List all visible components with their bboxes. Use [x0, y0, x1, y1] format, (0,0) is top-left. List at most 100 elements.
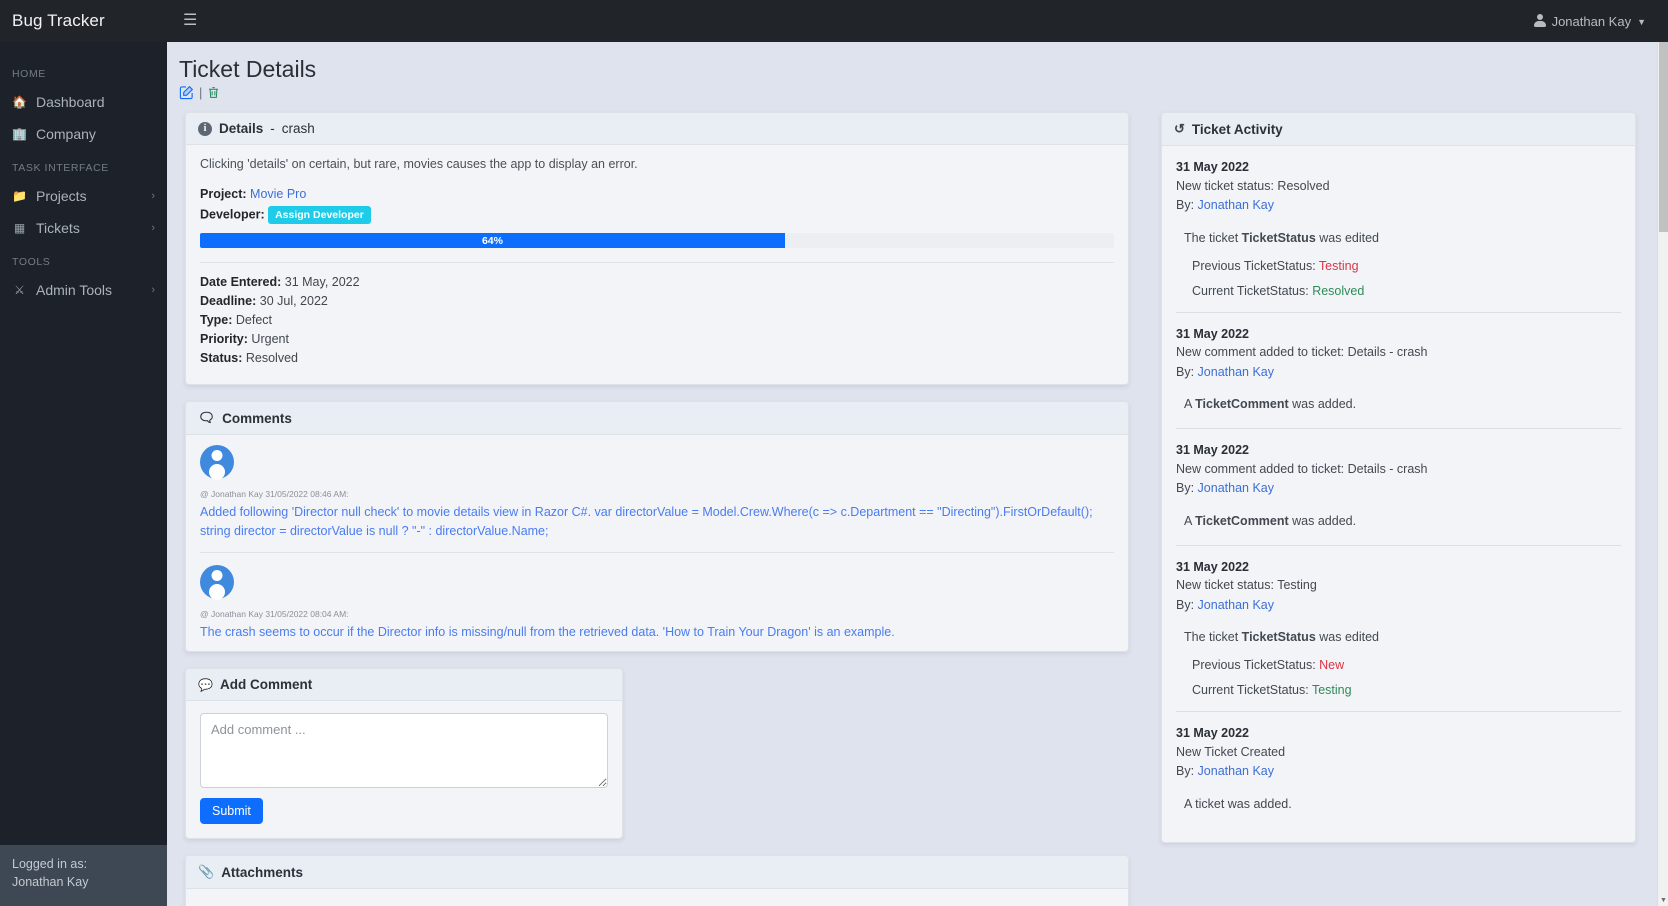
- activity-item: 31 May 2022 New comment added to ticket:…: [1176, 313, 1621, 429]
- chat-bubble-icon: 💬: [198, 677, 213, 692]
- priority-row: Priority: Urgent: [200, 332, 1114, 346]
- comment-text: The crash seems to occur if the Director…: [200, 624, 895, 639]
- activity-by: By: Jonathan Kay: [1176, 196, 1621, 215]
- activity-prev-value: Testing: [1318, 258, 1359, 273]
- developer-row: Developer: Assign Developer: [200, 206, 1114, 224]
- comments-scroll-area[interactable]: @ Jonathan Kay 31/05/2022 08:46 AM: Adde…: [186, 435, 1128, 651]
- activity-date: 31 May 2022: [1176, 326, 1249, 341]
- trash-icon[interactable]: [207, 85, 220, 100]
- add-comment-card: 💬 Add Comment Submit: [185, 668, 623, 839]
- activity-detail-prefix: A: [1184, 513, 1196, 528]
- activity-detail-bold: TicketComment: [1195, 397, 1289, 411]
- activity-by-link[interactable]: Jonathan Kay: [1198, 198, 1274, 212]
- activity-item: 31 May 2022 New Ticket Created By: Jonat…: [1176, 712, 1621, 828]
- type-row: Type: Defect: [200, 313, 1114, 327]
- activity-detail-suffix: was added.: [1288, 513, 1357, 528]
- activity-action: New ticket status: Testing: [1176, 578, 1317, 593]
- sidebar-item-company[interactable]: 🏢 Company: [0, 118, 167, 150]
- scrollbar-thumb[interactable]: [1659, 42, 1668, 232]
- assign-developer-button[interactable]: Assign Developer: [268, 206, 371, 224]
- activity-detail-prefix: The ticket: [1184, 630, 1242, 644]
- activity-detail-prefix: A: [1184, 397, 1196, 411]
- sidebar-item-dashboard[interactable]: 🏠 Dashboard: [0, 86, 167, 118]
- priority-value: Urgent: [251, 332, 289, 346]
- add-comment-title: Add Comment: [219, 677, 313, 692]
- activity-previous-status: Previous TicketStatus: Testing: [1176, 259, 1621, 273]
- activity-action: New comment added to ticket: Details - c…: [1176, 461, 1428, 476]
- main-inner: Ticket Details | i Details - crash Click…: [167, 42, 1668, 906]
- developer-label: Developer:: [200, 207, 265, 222]
- activity-detail: The ticket TicketStatus was edited: [1176, 627, 1621, 647]
- history-clock-icon: ↺: [1174, 121, 1185, 136]
- paperclip-icon: 📎: [198, 864, 215, 879]
- activity-by-link[interactable]: Jonathan Kay: [1198, 764, 1274, 778]
- activity-curr-label: Current TicketStatus:: [1192, 683, 1309, 697]
- activity-detail-prefix: The ticket: [1184, 230, 1242, 245]
- comments-title: Comments: [222, 410, 292, 426]
- activity-detail: The ticket TicketStatus was edited: [1176, 228, 1621, 248]
- comments-card-body: @ Jonathan Kay 31/05/2022 08:46 AM: Adde…: [186, 435, 1128, 651]
- details-card-header: i Details - crash: [186, 113, 1128, 145]
- sidebar-item-label: Projects: [36, 188, 87, 204]
- window-scrollbar[interactable]: ▲ ▼: [1657, 42, 1668, 906]
- priority-label: Priority:: [200, 332, 248, 346]
- activity-by-link[interactable]: Jonathan Kay: [1198, 598, 1274, 612]
- chevron-right-icon: ›: [151, 190, 155, 202]
- comments-card-header: 🗨 Comments: [186, 402, 1128, 435]
- activity-item: 31 May 2022 New ticket status: Resolved …: [1176, 156, 1621, 313]
- chevron-right-icon: ›: [151, 222, 155, 234]
- activity-current-status: Current TicketStatus: Testing: [1176, 683, 1621, 697]
- hamburger-icon[interactable]: ☰: [177, 11, 203, 31]
- attachments-title: Attachments: [221, 864, 303, 880]
- ticket-activity-title: Ticket Activity: [1191, 121, 1283, 137]
- comments-icon: 🗨: [198, 410, 216, 425]
- project-label: Project:: [200, 187, 247, 201]
- activity-curr-label: Current TicketStatus:: [1192, 283, 1309, 298]
- activity-action: New comment added to ticket: Details - c…: [1176, 345, 1428, 360]
- attachments-card-header: 📎 Attachments: [186, 856, 1128, 889]
- app-brand[interactable]: Bug Tracker: [0, 11, 167, 31]
- sidebar-item-label: Tickets: [36, 220, 80, 236]
- activity-date: 31 May 2022: [1176, 160, 1249, 174]
- right-column: ↺ Ticket Activity 31 May 2022 New ticket…: [1129, 112, 1650, 859]
- user-menu-label: Jonathan Kay: [1551, 13, 1632, 29]
- activity-by-link[interactable]: Jonathan Kay: [1198, 365, 1274, 379]
- activity-date: 31 May 2022: [1176, 443, 1249, 457]
- activity-date: 31 May 2022: [1176, 559, 1249, 574]
- sidebar-item-projects[interactable]: 📁 Projects ›: [0, 180, 167, 212]
- activity-by-link[interactable]: Jonathan Kay: [1198, 481, 1274, 495]
- activity-detail: A TicketComment was added.: [1176, 394, 1621, 414]
- attachments-card: 📎 Attachments: [185, 855, 1129, 906]
- activity-action: New Ticket Created: [1176, 744, 1286, 759]
- activity-detail-bold: TicketStatus: [1241, 630, 1316, 644]
- ticket-progress-bar: 64%: [200, 233, 1114, 248]
- ticket-activity-header: ↺ Ticket Activity: [1162, 113, 1635, 146]
- type-value: Defect: [235, 313, 273, 327]
- add-comment-input[interactable]: [200, 713, 608, 788]
- add-comment-card-body: Submit: [186, 701, 622, 838]
- activity-item: 31 May 2022 New ticket status: Testing B…: [1176, 546, 1621, 712]
- scroll-down-arrow-icon[interactable]: ▼: [1658, 895, 1668, 906]
- ticket-activity-body: 31 May 2022 New ticket status: Resolved …: [1162, 146, 1635, 842]
- deadline-row: Deadline: 30 Jul, 2022: [200, 294, 1114, 308]
- chevron-down-icon: ▼: [1637, 17, 1646, 27]
- ticket-activity-card: ↺ Ticket Activity 31 May 2022 New ticket…: [1161, 112, 1636, 843]
- sidebar-item-admin-tools[interactable]: ⚔ Admin Tools ›: [0, 274, 167, 306]
- sidebar-heading-task-interface: TASK INTERFACE: [12, 162, 109, 174]
- submit-comment-button[interactable]: Submit: [200, 798, 263, 824]
- status-row: Status: Resolved: [200, 351, 1114, 365]
- avatar: [200, 564, 234, 599]
- sidebar-heading-home: HOME: [12, 68, 46, 80]
- info-circle-icon: i: [198, 121, 212, 136]
- user-menu[interactable]: Jonathan Kay ▼: [1533, 14, 1668, 29]
- project-link[interactable]: Movie Pro: [250, 187, 306, 201]
- page-title: Ticket Details: [179, 56, 317, 82]
- avatar: [200, 445, 234, 479]
- sidebar-item-tickets[interactable]: ▦ Tickets ›: [0, 212, 167, 244]
- date-entered-row: Date Entered: 31 May, 2022: [200, 275, 1114, 289]
- comments-card: 🗨 Comments @ Jonathan Kay 31/05/2022 08:…: [185, 401, 1129, 652]
- details-card-body: Clicking 'details' on certain, but rare,…: [186, 145, 1128, 384]
- details-card: i Details - crash Clicking 'details' on …: [185, 112, 1129, 385]
- activity-prev-label: Previous TicketStatus:: [1192, 658, 1316, 672]
- edit-pencil-square-icon[interactable]: [179, 85, 194, 100]
